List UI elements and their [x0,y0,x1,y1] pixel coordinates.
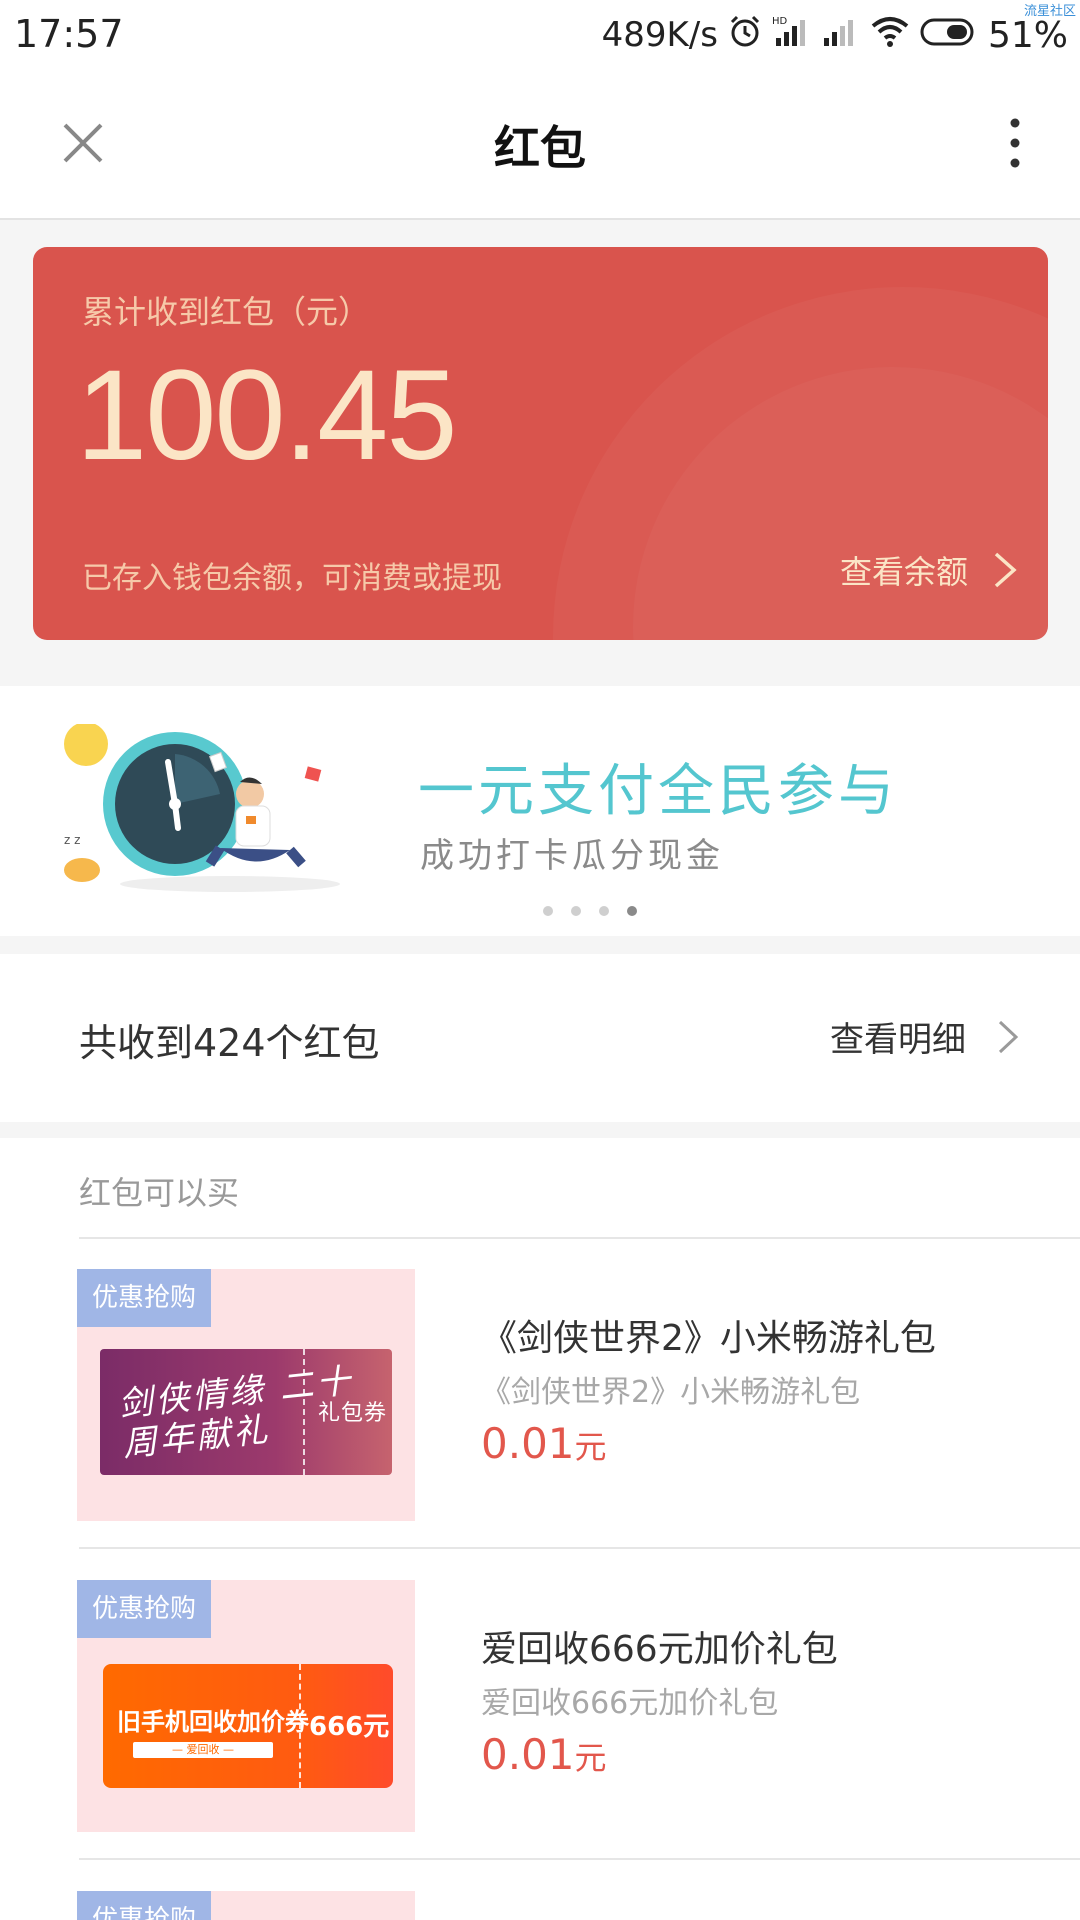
product-name: 爱回收666元加价礼包 [481,1629,838,1670]
product-item[interactable]: 旧手机回收加价券 — 爱回收 — 666元 优惠抢购 爱回收666元加价礼包 爱… [0,1550,1080,1860]
product-price: 0.01元 [481,1730,607,1779]
product-thumbnail: 优惠抢购 [77,1891,415,1920]
banner-subtitle: 成功打卡瓜分现金 [420,836,724,876]
carousel-dot[interactable] [571,906,581,916]
product-name: 《剑侠世界2》小米畅游礼包 [481,1318,936,1359]
received-count-text: 共收到424个红包 [79,1021,380,1065]
signal-icon [822,14,860,57]
buy-with-red-packet-section: 红包可以买 剑侠情缘 二十周年献礼 礼包券 优惠抢购 《剑侠世界2》小米畅游礼包… [0,1138,1080,1920]
view-details-label: 查看明细 [830,1020,966,1060]
view-balance-label: 查看余额 [839,553,968,591]
battery-icon [920,15,978,56]
alarm-icon [728,14,762,57]
status-icons: 489K/s HD 51% [602,12,1068,58]
carousel-dot[interactable] [543,906,553,916]
chevron-right-icon [994,552,1017,588]
product-price: 0.01元 [481,1419,607,1468]
received-count-row[interactable]: 共收到424个红包 查看明细 [0,954,1080,1122]
product-item[interactable]: 优惠抢购 [0,1861,1080,1920]
trade-in-coupon-graphic: 旧手机回收加价券 — 爱回收 — 666元 [103,1664,393,1788]
promo-banner[interactable]: z z 一元支付全民参与 成功打卡瓜分现金 [0,686,1080,936]
divider [79,1858,1080,1860]
section-header: 红包可以买 [79,1174,240,1212]
status-time: 17:57 [14,12,124,56]
status-bar: 17:57 489K/s HD 51% 流星社区 [0,0,1080,70]
product-thumbnail: 剑侠情缘 二十周年献礼 礼包券 优惠抢购 [77,1269,415,1521]
clock-person-illustration: z z [60,722,340,894]
product-description: 《剑侠世界2》小米畅游礼包 [481,1375,861,1410]
product-item[interactable]: 剑侠情缘 二十周年献礼 礼包券 优惠抢购 《剑侠世界2》小米畅游礼包 《剑侠世界… [0,1239,1080,1549]
view-details-link[interactable]: 查看明细 [830,1012,1020,1061]
carousel-indicator [543,906,637,916]
red-packet-summary-card: 累计收到红包（元） 100.45 已存入钱包余额，可消费或提现 查看余额 [33,247,1048,640]
gift-coupon-graphic: 剑侠情缘 二十周年献礼 礼包券 [100,1349,392,1475]
product-thumbnail: 旧手机回收加价券 — 爱回收 — 666元 优惠抢购 [77,1580,415,1832]
more-options-button[interactable] [1000,115,1030,171]
svg-text:z z: z z [64,833,80,847]
more-vertical-icon [1010,118,1020,168]
total-received-amount: 100.45 [76,344,457,487]
wifi-icon [870,14,910,57]
promo-tag: 优惠抢购 [77,1891,211,1920]
title-bar: 红包 [0,70,1080,220]
banner-title: 一元支付全民参与 [418,759,898,824]
corner-watermark: 流星社区 [1023,4,1076,19]
chevron-right-icon [998,1020,1019,1053]
network-speed: 489K/s [601,15,718,55]
product-description: 爱回收666元加价礼包 [481,1686,779,1721]
total-received-label: 累计收到红包（元） [82,293,371,331]
wallet-note: 已存入钱包余额，可消费或提现 [82,561,502,596]
divider [79,1547,1080,1549]
coupon-label: 礼包券 [318,1401,388,1426]
carousel-dot[interactable] [599,906,609,916]
battery-percent: 51% [987,14,1068,56]
carousel-dot-active[interactable] [627,906,637,916]
promo-tag: 优惠抢购 [77,1580,211,1638]
promo-tag: 优惠抢购 [77,1269,211,1327]
signal-hd-icon: HD [772,14,812,57]
view-balance-link[interactable]: 查看余额 [840,547,1018,593]
svg-text:HD: HD [772,16,788,27]
page-title: 红包 [494,121,586,175]
